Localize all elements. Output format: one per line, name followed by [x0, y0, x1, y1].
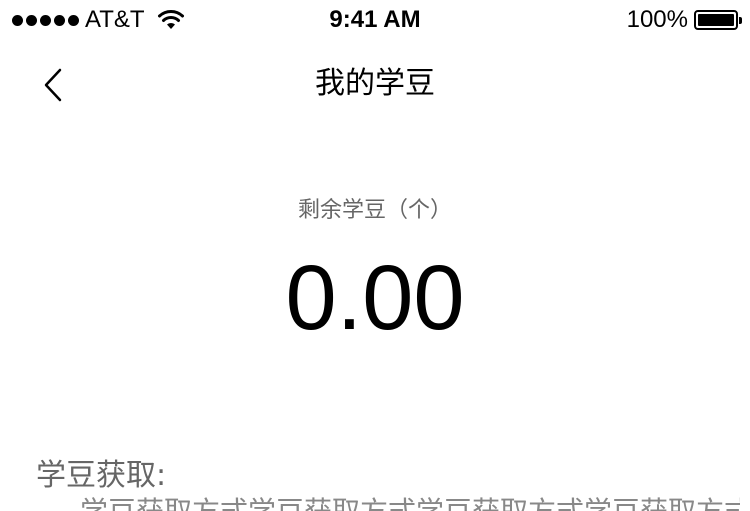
status-bar: AT&T 9:41 AM 100% [0, 0, 750, 40]
balance-label: 剩余学豆（个） [297, 198, 452, 223]
status-right: 100% [626, 6, 742, 34]
battery-cap [739, 17, 742, 24]
section-title: 学豆获取: [36, 458, 167, 493]
screen: AT&T 9:41 AM 100% 我的学豆 剩余学豆（个） 0.00 学豆获取… [0, 0, 750, 511]
battery-percent: 100% [626, 6, 688, 33]
balance-value: 0.00 [285, 247, 465, 349]
nav-bar: 我的学豆 [0, 40, 750, 130]
battery-icon [694, 10, 742, 30]
page-title: 我的学豆 [315, 66, 435, 101]
battery-fill [698, 14, 734, 26]
section-body: 学豆获取方式学豆获取方式学豆获取方式学豆获取方式学豆 [80, 494, 740, 511]
